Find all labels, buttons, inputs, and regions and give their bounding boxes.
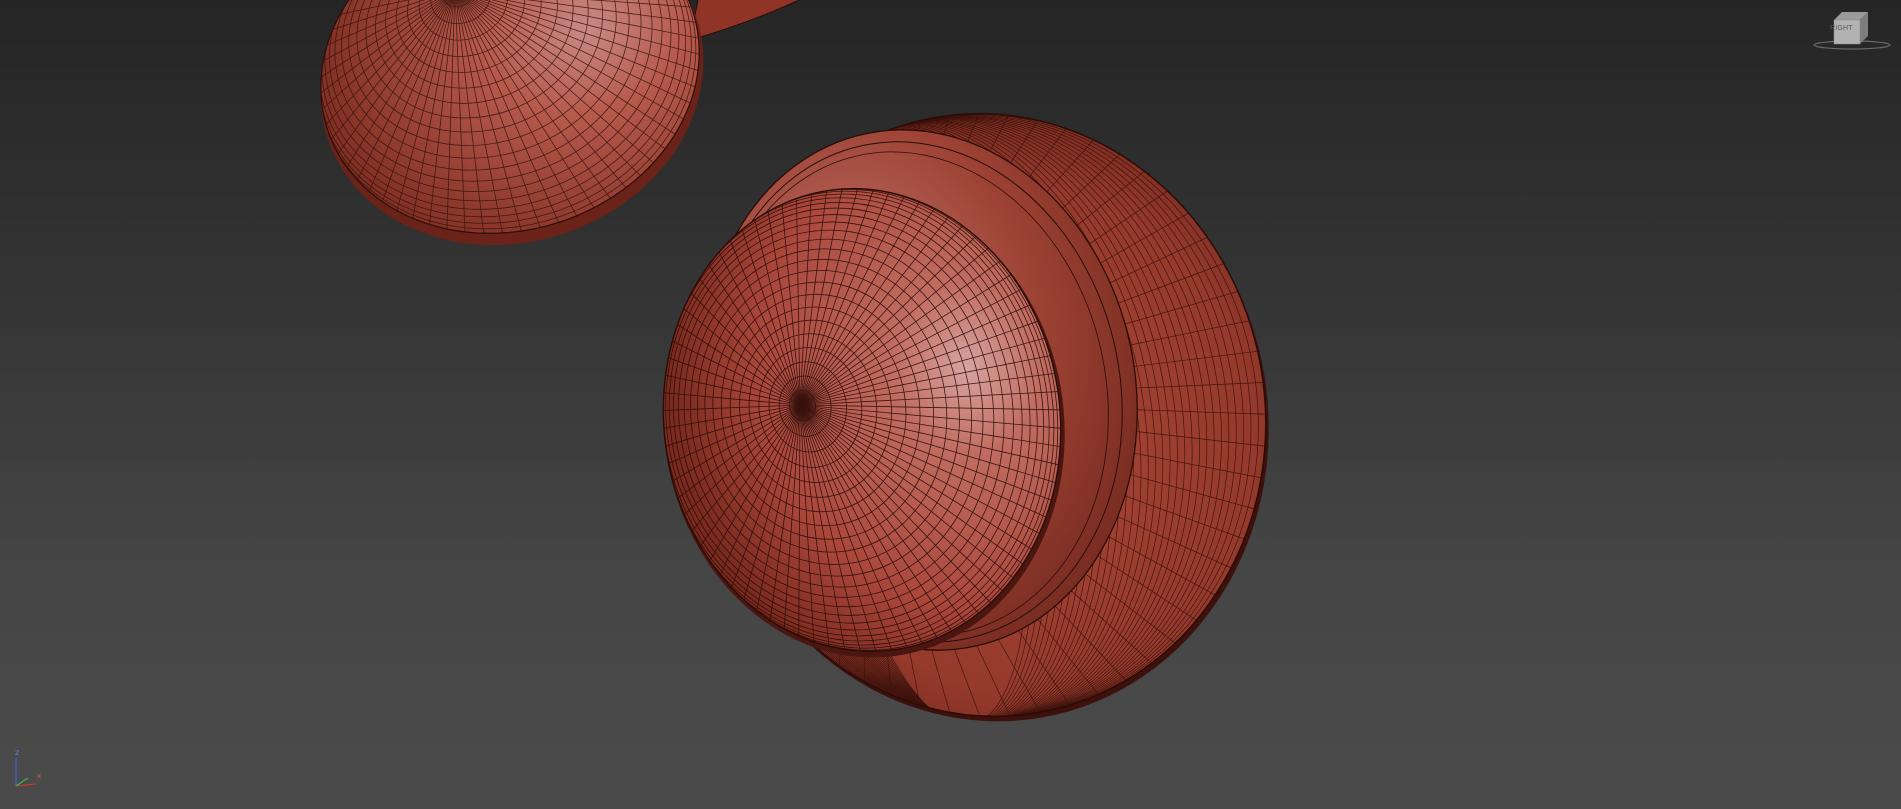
axis-tripod-icon <box>15 758 37 787</box>
3d-viewport[interactable]: RIGHT z x <box>0 0 1901 809</box>
viewcube-face-label: RIGHT <box>1830 25 1853 32</box>
top-right-partial-mesh[interactable] <box>689 0 820 41</box>
axis-z-label: z <box>15 748 20 757</box>
axis-x-label: x <box>37 772 42 780</box>
viewcube[interactable]: RIGHT <box>1812 8 1892 52</box>
axis-gizmo: z x <box>8 748 48 792</box>
viewport-scene[interactable] <box>0 0 1901 809</box>
top-disk-mesh[interactable] <box>275 0 747 294</box>
